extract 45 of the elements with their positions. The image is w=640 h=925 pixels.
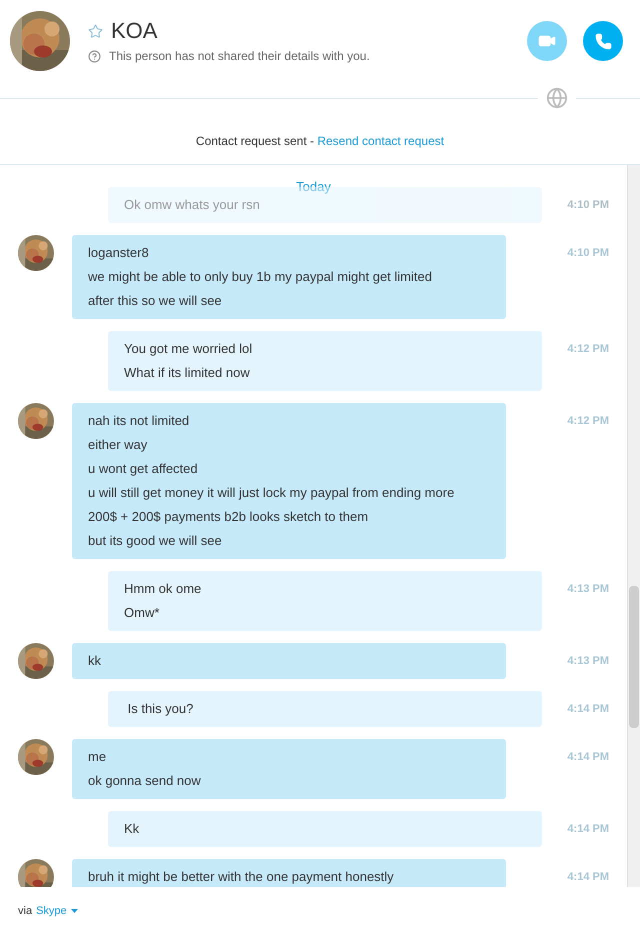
date-separator: Today: [296, 179, 331, 195]
message-text: me: [88, 748, 108, 766]
message-time: 4:14 PM: [567, 702, 609, 717]
contact-name: KOA: [111, 17, 158, 45]
message-text: after this so we will see: [88, 292, 223, 310]
scrollbar[interactable]: [627, 165, 640, 887]
contact-status: This person has not shared their details with you.: [109, 48, 370, 65]
message-text: Kk: [124, 820, 140, 838]
message-text: You got me worried lol: [124, 340, 254, 358]
help-icon[interactable]: [88, 50, 101, 62]
favorite-star-icon[interactable]: [88, 24, 103, 38]
sender-name: loganster8: [88, 244, 150, 262]
message-text: u wont get affected: [88, 460, 199, 478]
message-text: 200$ + 200$ payments b2b looks sketch to them: [88, 508, 370, 526]
message-text: we might be able to only buy 1b my paypal might get limited: [88, 268, 433, 286]
message-text: Ok omw whats your rsn: [124, 196, 261, 214]
message-text: bruh it might be better with the one payment honestly: [88, 868, 395, 886]
message-time: 4:14 PM: [567, 750, 609, 765]
message-time: 4:12 PM: [567, 342, 609, 357]
call-button[interactable]: [583, 21, 623, 61]
message-text: Omw*: [124, 604, 160, 622]
resend-request-link[interactable]: Resend contact request: [317, 132, 444, 150]
message-text: but its good we will see: [88, 532, 223, 550]
message-time: 4:13 PM: [567, 582, 609, 597]
request-status: Contact request sent -: [196, 133, 315, 150]
message-text: Is this you?: [126, 700, 194, 718]
message-text: either way: [88, 436, 148, 454]
caret-icon: [70, 908, 78, 913]
message-time: 4:14 PM: [567, 822, 609, 837]
message-time: 4:13 PM: [567, 654, 609, 669]
message-text: ok gonna send now: [88, 772, 202, 790]
message-time: 4:10 PM: [567, 246, 609, 261]
via-label: via: [18, 904, 32, 918]
message-text: Hmm ok ome: [124, 580, 202, 598]
globe-icon[interactable]: [546, 87, 568, 109]
message-text: kk: [88, 652, 102, 670]
message-time: 4:10 PM: [567, 198, 609, 213]
message-text: What if its limited now: [124, 364, 251, 382]
message-time: 4:14 PM: [567, 870, 609, 885]
message-time: 4:12 PM: [567, 414, 609, 429]
message-text: u will still get money it will just lock my paypal from ending more: [88, 484, 456, 502]
phone-icon: [594, 32, 612, 50]
video-call-button[interactable]: [527, 21, 567, 61]
message-text: nah its not limited: [88, 412, 190, 430]
service-dropdown[interactable]: Skype: [36, 902, 78, 919]
